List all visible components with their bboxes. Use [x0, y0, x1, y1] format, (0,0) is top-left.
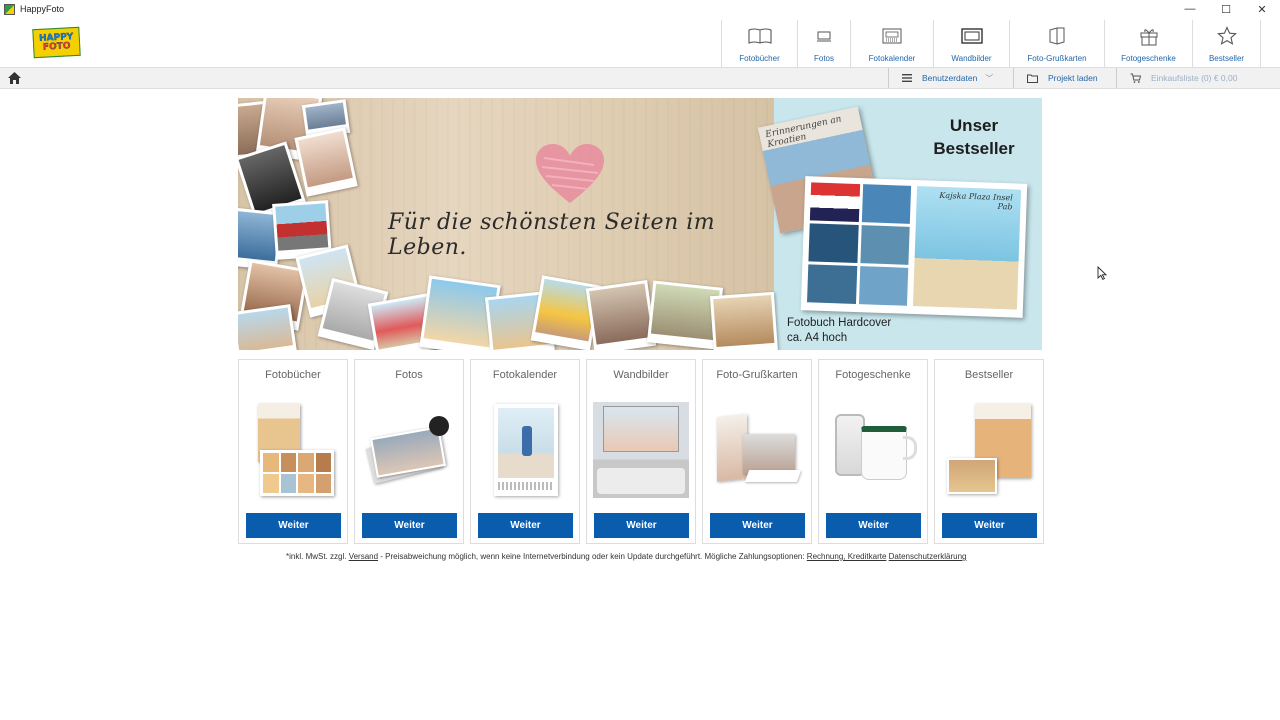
caption-line-2: ca. A4 hoch [787, 332, 848, 344]
collage-photo [238, 304, 298, 350]
nav-label: Fotos [813, 54, 834, 63]
home-icon[interactable] [7, 71, 22, 90]
footnote-text: - Preisabweichung möglich, wenn keine In… [380, 552, 805, 561]
collage-photo [709, 291, 779, 350]
cart-label: Einkaufsliste (0) € 0,00 [1151, 73, 1238, 83]
card-fotokalender[interactable]: Fotokalender Weiter [470, 359, 580, 544]
card-continue-button[interactable]: Weiter [826, 513, 921, 538]
happyfoto-logo[interactable]: HAPPY FOTO [32, 26, 81, 59]
card-continue-button[interactable]: Weiter [710, 513, 805, 538]
app-header: HAPPY FOTO Fotobücher Fotos Fotokalender [0, 18, 1280, 67]
photobook-open: Kajska Plaza Insel Pab [800, 176, 1028, 318]
nav-label: Bestseller [1208, 54, 1245, 63]
greeting-card-icon [1047, 25, 1067, 47]
card-bestseller[interactable]: Bestseller Weiter [934, 359, 1044, 544]
gift-icon [1139, 25, 1159, 47]
card-foto-grusskarten[interactable]: Foto-Grußkarten Weiter [702, 359, 812, 544]
toolbar: Benutzerdaten ﹀ Projekt laden Einkaufsli… [0, 67, 1280, 89]
logo-text-bottom: FOTO [42, 40, 71, 53]
footnote-prefix: *inkl. MwSt. zzgl. [286, 552, 347, 561]
photos-icon [816, 25, 832, 47]
calendar-icon [882, 25, 902, 47]
privacy-link[interactable]: Datenschutzerklärung [889, 552, 967, 561]
card-fotos[interactable]: Fotos Weiter [354, 359, 464, 544]
nav-label: Fotobücher [739, 54, 780, 63]
nav-fotogeschenke[interactable]: Fotogeschenke [1104, 20, 1192, 67]
toolbar-actions: Benutzerdaten ﹀ Projekt laden Einkaufsli… [888, 68, 1259, 88]
payment-options-link[interactable]: Rechnung, Kreditkarte [807, 552, 887, 561]
card-image-gifts[interactable] [827, 401, 921, 499]
card-continue-button[interactable]: Weiter [594, 513, 689, 538]
card-fotobuecher[interactable]: Fotobücher Weiter [238, 359, 348, 544]
menu-icon [902, 74, 912, 82]
folder-icon [1027, 74, 1038, 83]
caption-line-1: Fotobuch Hardcover [787, 317, 892, 329]
shopping-list-button[interactable]: Einkaufsliste (0) € 0,00 [1116, 68, 1259, 88]
banner-tagline: Für die schönsten Seiten im Leben. [388, 210, 716, 260]
heart-graphic [536, 144, 604, 203]
card-image-photos[interactable] [363, 401, 457, 499]
load-project-label: Projekt laden [1048, 73, 1098, 83]
card-title: Bestseller [964, 369, 1014, 381]
shipping-link[interactable]: Versand [349, 552, 378, 561]
card-continue-button[interactable]: Weiter [246, 513, 341, 538]
minimize-button[interactable]: — [1172, 0, 1208, 18]
card-image-wall-picture[interactable] [593, 401, 689, 499]
chevron-down-icon: ﹀ [985, 73, 994, 83]
window-title: HappyFoto [20, 4, 65, 14]
card-image-photobook[interactable] [247, 401, 341, 499]
card-title: Fotobücher [265, 369, 321, 381]
window-controls: — ☐ ✕ [1172, 0, 1280, 18]
card-image-bestseller[interactable] [943, 401, 1037, 499]
card-continue-button[interactable]: Weiter [478, 513, 573, 538]
card-image-greeting-card[interactable] [711, 401, 805, 499]
bestseller-headline: Unser Bestseller [914, 114, 1034, 160]
card-title: Wandbilder [613, 369, 669, 381]
nav-label: Fotogeschenke [1121, 54, 1176, 63]
nav-label: Wandbilder [951, 54, 992, 63]
collage-photo [585, 280, 657, 350]
book-icon [747, 25, 772, 47]
legal-footnote: *inkl. MwSt. zzgl. Versand - Preisabweic… [286, 552, 966, 561]
card-title: Fotokalender [492, 369, 558, 381]
user-data-menu[interactable]: Benutzerdaten ﹀ [888, 68, 1013, 88]
headline-line-1: Unser [949, 116, 999, 135]
nav-fotokalender[interactable]: Fotokalender [850, 20, 933, 67]
product-navigation: Fotobücher Fotos Fotokalender Wandbilder… [721, 20, 1261, 67]
wall-picture-icon [960, 25, 983, 47]
headline-line-2: Bestseller [933, 139, 1015, 158]
user-data-label: Benutzerdaten [922, 73, 978, 83]
nav-wandbilder[interactable]: Wandbilder [933, 20, 1009, 67]
nav-bestseller[interactable]: Bestseller [1192, 20, 1261, 67]
nav-label: Foto-Grußkarten [1027, 54, 1087, 63]
nav-foto-grusskarten[interactable]: Foto-Grußkarten [1009, 20, 1104, 67]
window-titlebar: HappyFoto — ☐ ✕ [0, 0, 1280, 18]
load-project-button[interactable]: Projekt laden [1013, 68, 1116, 88]
card-continue-button[interactable]: Weiter [362, 513, 457, 538]
card-title: Fotogeschenke [835, 369, 911, 381]
mouse-cursor-icon [1097, 266, 1107, 280]
cart-icon [1130, 73, 1141, 83]
app-icon [4, 3, 15, 15]
card-fotogeschenke[interactable]: Fotogeschenke Weiter [818, 359, 928, 544]
card-title: Foto-Grußkarten [716, 369, 798, 381]
card-wandbilder[interactable]: Wandbilder Weiter [586, 359, 696, 544]
product-caption: Fotobuch Hardcover ca. A4 hoch [787, 316, 891, 346]
nav-fotobuecher[interactable]: Fotobücher [721, 20, 797, 67]
book-page-text: Kajska Plaza Insel Pab [939, 190, 1013, 212]
close-button[interactable]: ✕ [1244, 0, 1280, 18]
maximize-button[interactable]: ☐ [1208, 0, 1244, 18]
nav-label: Fotokalender [868, 54, 916, 63]
nav-fotos[interactable]: Fotos [797, 20, 850, 67]
star-icon [1216, 25, 1237, 47]
card-continue-button[interactable]: Weiter [942, 513, 1037, 538]
hero-banner[interactable]: Für die schönsten Seiten im Leben. Erinn… [238, 98, 1042, 350]
card-title: Fotos [395, 369, 423, 381]
card-image-calendar[interactable] [479, 401, 573, 499]
category-cards: Fotobücher Weiter Fotos Weiter Fotokalen… [238, 359, 1044, 544]
